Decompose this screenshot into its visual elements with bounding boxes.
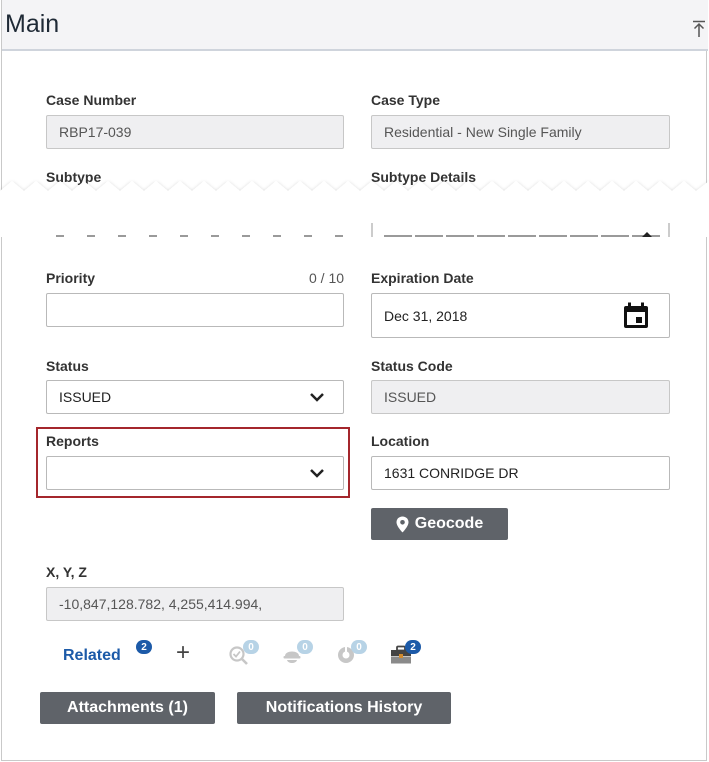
location-label: Location <box>371 433 430 449</box>
case-type-field: Residential - New Single Family <box>371 115 670 149</box>
attachments-button[interactable]: Attachments (1) <box>40 692 215 724</box>
notifications-history-button[interactable]: Notifications History <box>237 692 451 724</box>
priority-label: Priority <box>46 270 96 286</box>
priority-input[interactable] <box>46 293 344 327</box>
expiration-date-value: Dec 31, 2018 <box>384 307 468 324</box>
case-number-field: RBP17-039 <box>46 115 344 149</box>
inspection-count-badge: 0 <box>243 640 259 654</box>
tools-count-badge: 2 <box>405 640 421 654</box>
workorder-count-badge: 0 <box>297 640 313 654</box>
status-select[interactable]: ISSUED <box>46 380 344 414</box>
location-value: 1631 CONRIDGE DR <box>384 465 519 481</box>
calendar-icon[interactable] <box>623 302 649 329</box>
notifications-history-label: Notifications History <box>265 699 423 716</box>
status-value: ISSUED <box>59 389 112 405</box>
attachments-label: Attachments (1) <box>67 699 188 716</box>
add-related-button[interactable]: + <box>176 641 190 665</box>
case-type-label: Case Type <box>371 92 440 108</box>
geocode-label: Geocode <box>414 515 484 532</box>
case-type-value: Residential - New Single Family <box>384 124 582 140</box>
panel-header: Main <box>2 0 708 51</box>
expiration-date-input[interactable]: Dec 31, 2018 <box>371 293 670 338</box>
priority-counter: 0 / 10 <box>309 270 345 286</box>
xyz-label: X, Y, Z <box>46 564 87 580</box>
map-pin-icon <box>396 516 409 532</box>
status-code-value: ISSUED <box>384 389 437 405</box>
case-number-value: RBP17-039 <box>59 124 132 140</box>
xyz-field: -10,847,128.782, 4,255,414.994, <box>46 587 344 621</box>
status-label: Status <box>46 358 89 374</box>
related-tab[interactable]: Related <box>63 647 121 665</box>
xyz-value: -10,847,128.782, 4,255,414.994, <box>59 596 263 612</box>
related-count-badge: 2 <box>136 640 152 654</box>
geocode-button[interactable]: Geocode <box>371 508 508 540</box>
status-code-field: ISSUED <box>371 380 670 414</box>
status-code-label: Status Code <box>371 358 453 374</box>
collapse-icon[interactable] <box>692 20 706 38</box>
reports-select[interactable] <box>46 456 344 490</box>
reports-label: Reports <box>46 433 99 449</box>
chevron-down-icon <box>310 469 324 478</box>
expiration-date-label: Expiration Date <box>371 270 474 286</box>
location-input[interactable]: 1631 CONRIDGE DR <box>371 456 670 490</box>
plan-review-count-badge: 0 <box>351 640 367 654</box>
case-number-label: Case Number <box>46 92 137 108</box>
torn-edge <box>0 181 709 237</box>
chevron-down-icon <box>310 393 324 402</box>
panel-title: Main <box>5 10 60 38</box>
